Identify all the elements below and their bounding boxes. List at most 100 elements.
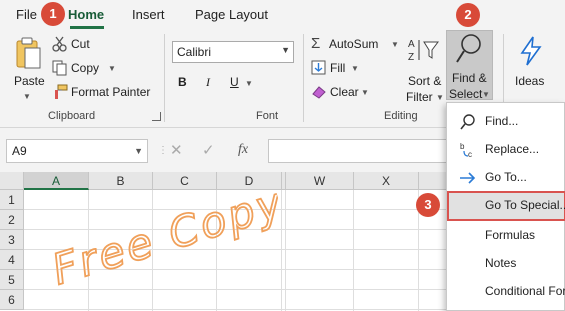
paste-icon <box>16 37 41 69</box>
callout-badge-2: 2 <box>456 3 480 27</box>
autosum-label: AutoSum <box>329 37 379 51</box>
cut-label: Cut <box>71 37 90 51</box>
menu-item-go-to[interactable]: Go To... <box>447 164 565 192</box>
copy-label: Copy <box>71 61 100 75</box>
underline-chevron-down-icon[interactable]: ▼ <box>245 79 253 88</box>
menu-item-label: Replace... <box>485 142 540 156</box>
formula-input[interactable] <box>268 139 448 163</box>
replace-icon: b c <box>460 142 472 159</box>
sort-filter-icon: A Z <box>408 39 439 63</box>
find-select-label-line2: Select <box>449 87 483 101</box>
menu-item-label: Formulas <box>485 228 536 242</box>
bold-button[interactable]: B <box>178 75 187 89</box>
ribbon-tab-bar: File Home Insert Page Layout <box>0 0 565 30</box>
separator <box>303 34 304 122</box>
copy-icon <box>52 60 67 76</box>
tab-file[interactable]: File <box>16 7 37 22</box>
copy-button[interactable]: Copy ▼ <box>52 60 122 78</box>
clipboard-group-label: Clipboard <box>48 110 96 122</box>
row-header-5[interactable]: 5 <box>0 270 24 290</box>
column-header-w[interactable]: W <box>286 172 354 190</box>
fill-chevron-down-icon: ▼ <box>351 64 359 73</box>
paste-chevron-down-icon: ▼ <box>23 92 31 101</box>
find-select-button[interactable]: Find & Select ▼ <box>446 30 493 101</box>
chevron-down-icon: ▼ <box>134 146 143 156</box>
menu-item-formulas[interactable]: Formulas <box>447 222 565 250</box>
menu-item-find[interactable]: Find... <box>447 108 565 136</box>
find-select-menu: Find... b c Replace... Go To... Go To Sp… <box>446 102 565 311</box>
callout-badge-3: 3 <box>416 193 440 217</box>
row-header-1[interactable]: 1 <box>0 190 24 210</box>
scissors-icon <box>52 36 67 52</box>
menu-item-go-to-special[interactable]: Go To Special... <box>447 191 565 221</box>
lightning-icon <box>520 36 542 66</box>
formula-controls: ⋮ ✕ ✓ fx <box>158 139 266 163</box>
eraser-icon <box>312 86 326 99</box>
svg-text:A: A <box>408 39 415 50</box>
name-box-value: A9 <box>12 144 27 158</box>
column-header-a[interactable]: A <box>24 172 89 190</box>
font-name-value: Calibri <box>177 45 212 59</box>
sort-filter-label-line2: Filter <box>406 90 433 104</box>
row-header-3[interactable]: 3 <box>0 230 24 250</box>
insert-function-icon[interactable]: fx <box>238 142 248 158</box>
arrow-right-icon <box>460 172 476 184</box>
format-painter-button[interactable]: Format Painter <box>52 84 152 102</box>
active-tab-indicator <box>70 26 104 29</box>
sigma-icon: Σ <box>311 35 321 52</box>
find-select-chevron-down-icon: ▼ <box>482 90 490 99</box>
column-header-b[interactable]: B <box>89 172 153 190</box>
svg-text:Z: Z <box>408 52 414 63</box>
ideas-button[interactable]: Ideas <box>512 34 552 94</box>
enter-icon[interactable]: ✓ <box>202 141 215 159</box>
font-group-label: Font <box>256 110 279 122</box>
editing-group-label: Editing <box>384 110 418 122</box>
column-header-c[interactable]: C <box>153 172 217 190</box>
magnifier-icon <box>456 34 481 63</box>
format-painter-label: Format Painter <box>71 85 151 99</box>
italic-button[interactable]: I <box>206 75 210 90</box>
tab-home[interactable]: Home <box>68 7 104 22</box>
clear-chevron-down-icon: ▼ <box>361 88 369 97</box>
menu-item-label: Conditional For <box>485 284 565 298</box>
column-header-x[interactable]: X <box>354 172 419 190</box>
paste-button[interactable]: Paste ▼ <box>10 34 46 108</box>
callout-badge-1: 1 <box>41 2 65 26</box>
clear-label: Clear <box>330 85 359 99</box>
clear-button[interactable]: Clear ▼ <box>311 84 381 102</box>
svg-text:c: c <box>468 150 472 159</box>
cancel-icon[interactable]: ✕ <box>170 141 183 159</box>
row-header-4[interactable]: 4 <box>0 250 24 270</box>
menu-item-conditional-formatting[interactable]: Conditional For <box>447 278 565 306</box>
tab-page-layout[interactable]: Page Layout <box>195 7 268 22</box>
autosum-button[interactable]: Σ AutoSum ▼ <box>311 35 401 54</box>
sort-filter-button[interactable]: A Z Sort & Filter ▼ <box>404 34 444 108</box>
ideas-label: Ideas <box>515 74 545 88</box>
menu-item-notes[interactable]: Notes <box>447 250 565 278</box>
tab-insert[interactable]: Insert <box>132 7 165 22</box>
magnifier-icon <box>460 114 475 130</box>
format-painter-icon <box>55 84 68 99</box>
menu-item-label: Find... <box>485 114 519 128</box>
select-all-corner[interactable] <box>0 172 24 190</box>
menu-item-label: Go To Special... <box>485 198 565 212</box>
name-box[interactable]: A9 ▼ <box>6 139 148 163</box>
sort-filter-chevron-down-icon: ▼ <box>436 93 444 102</box>
menu-item-label: Notes <box>485 256 517 270</box>
fill-button[interactable]: Fill ▼ <box>311 60 371 78</box>
sort-filter-label-line1: Sort & <box>408 74 442 88</box>
separator <box>164 34 165 122</box>
font-name-select[interactable]: Calibri ▼ <box>172 41 294 63</box>
svg-text:b: b <box>460 142 465 151</box>
underline-button[interactable]: U <box>230 75 239 89</box>
autosum-chevron-down-icon: ▼ <box>391 40 399 49</box>
fill-down-icon <box>311 60 326 75</box>
more-options-icon: ⋮ <box>158 145 168 156</box>
row-header-6[interactable]: 6 <box>0 290 24 310</box>
paste-label: Paste <box>14 74 45 88</box>
menu-item-label: Go To... <box>485 170 527 184</box>
clipboard-dialog-launcher-icon[interactable] <box>152 112 161 121</box>
menu-item-replace[interactable]: b c Replace... <box>447 136 565 164</box>
chevron-down-icon: ▼ <box>281 45 290 55</box>
row-header-2[interactable]: 2 <box>0 210 24 230</box>
